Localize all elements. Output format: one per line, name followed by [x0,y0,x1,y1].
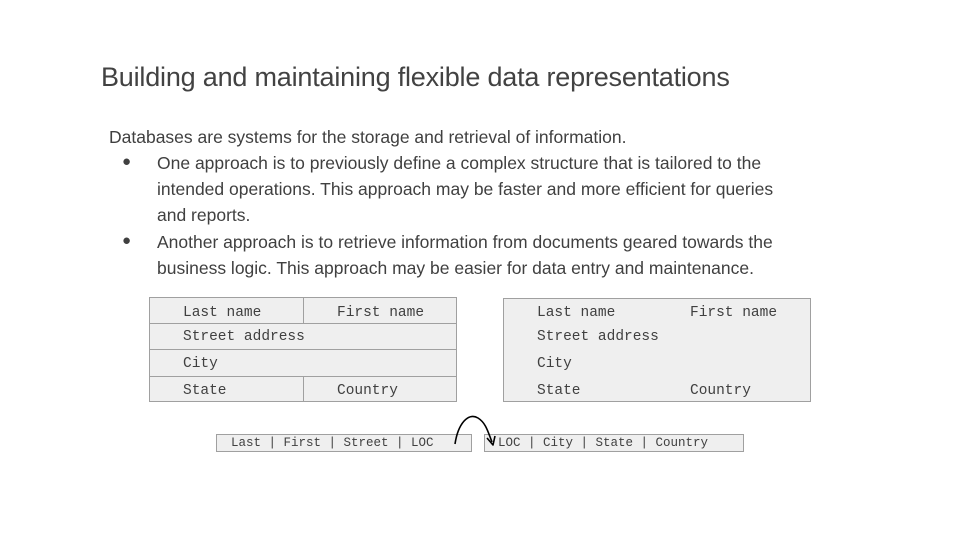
document-record-box: Last name First name Street address City… [503,298,811,402]
left-record-strip: Last | First | Street | LOC [216,434,472,452]
structured-record-box: Last name First name Street address City… [149,297,457,402]
city-field: City [537,356,572,372]
intro-text: Databases are systems for the storage an… [109,127,627,147]
bullet-dot: ● [122,153,132,170]
bullet-line: Another approach is to retrieve informat… [157,232,773,252]
column-divider [303,376,304,402]
left-strip-text: Last | First | Street | LOC [231,436,434,450]
first-name-field: First name [337,305,425,321]
bullet-line: intended operations. This approach may b… [157,179,774,199]
column-divider [303,298,304,323]
bullet-line: One approach is to previously define a c… [157,153,762,173]
row-divider [150,349,456,350]
state-field: State [537,383,581,399]
country-field: Country [337,383,398,399]
right-record-strip: LOC | City | State | Country [484,434,744,452]
right-strip-text: LOC | City | State | Country [498,436,709,450]
first-name-field: First name [690,305,778,321]
state-field: State [183,383,227,399]
country-field: Country [690,383,751,399]
bullet-line: and reports. [157,205,251,225]
last-name-field: Last name [183,305,262,321]
city-field: City [183,356,218,372]
last-name-field: Last name [537,305,616,321]
bullet-line: business logic. This approach may be eas… [157,258,754,278]
street-field: Street address [537,329,659,345]
row-divider [150,323,456,324]
bullet-dot: ● [122,232,132,249]
slide-title: Building and maintaining flexible data r… [101,62,730,92]
street-field: Street address [183,329,305,345]
link-arrow-icon [454,415,496,446]
